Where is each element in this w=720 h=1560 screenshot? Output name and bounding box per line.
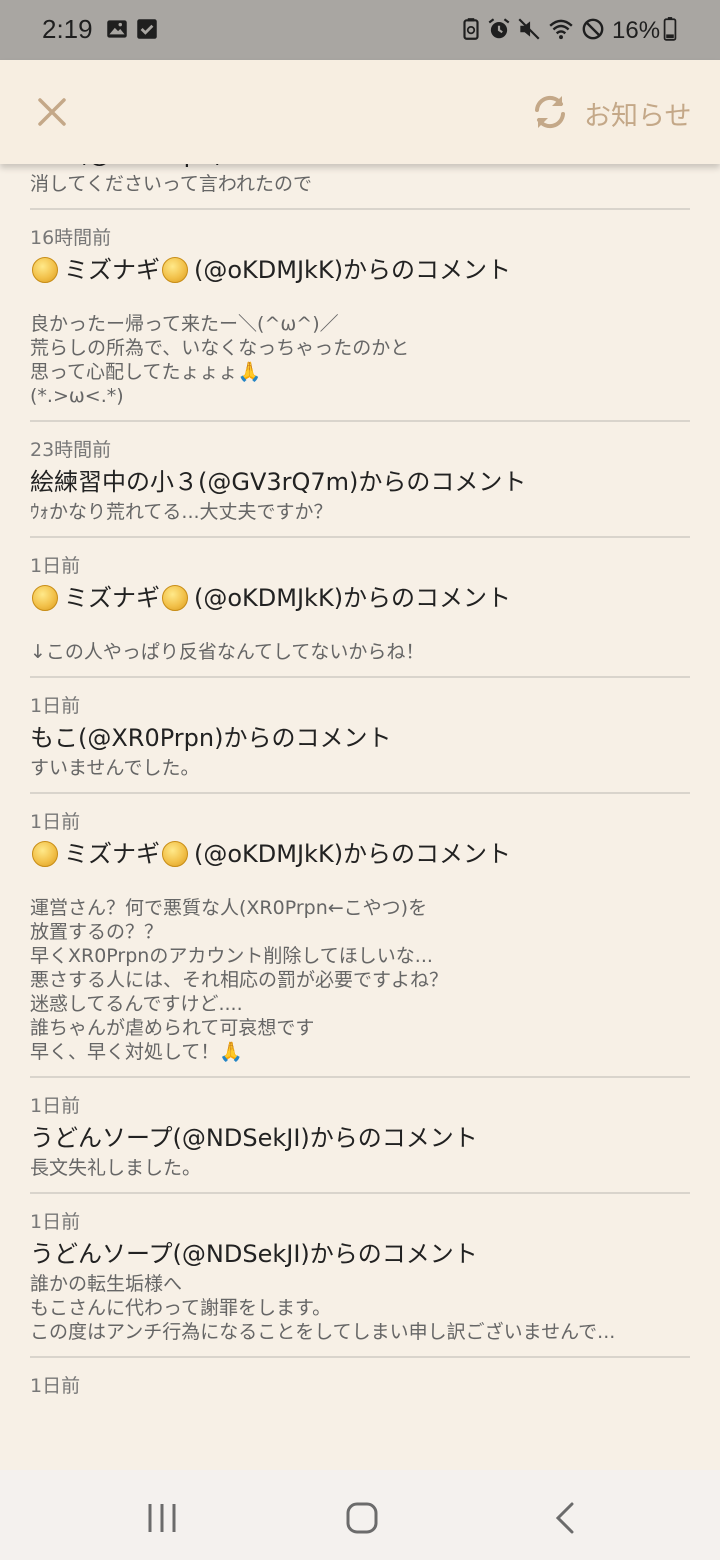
list-item[interactable]: 1日前 うどんソープ(@NDSekJI)からのコメント 長文失礼しました。 [30, 1078, 690, 1194]
item-header: もこ(@XR0Prpn)からのコメント [30, 164, 690, 172]
item-body: ｳｫかなり荒れてる...大丈夫ですか？ [30, 501, 333, 523]
item-body: 誰かの転生垢様へ もこさんに代わって謝罪をします。 この度はアンチ行為になること… [30, 1273, 616, 1343]
image-icon [107, 20, 127, 38]
coin-icon [162, 585, 188, 611]
list-item[interactable]: 16時間前 ミズナギ (@oKDMJkK)からのコメント 良かったー帰って来たー… [30, 210, 690, 422]
item-time: 1日前 [30, 1095, 81, 1117]
page-title: お知らせ [584, 101, 692, 132]
mute-icon [518, 18, 540, 40]
item-body: 長文失礼しました。 [30, 1157, 202, 1179]
item-body: 運営さん？何で悪質な人(XR0Prpn←こやつ)を 放置するの？？ 早くXR0P… [30, 897, 449, 1063]
item-time: 1日前 [30, 555, 81, 577]
back-icon[interactable] [546, 1498, 586, 1538]
item-header-text: (@oKDMJkK)からのコメント [194, 584, 512, 612]
app-header: お知らせ [0, 60, 720, 164]
list-item[interactable]: 1日前 ミズナギ (@oKDMJkK)からのコメント 運営さん？何で悪質な人(X… [30, 794, 690, 1078]
username: ミズナギ [64, 840, 160, 868]
list-item[interactable]: 1日前 うどんソープ(@NDSekJI)からのコメント 誰かの転生垢様へ もこさ… [30, 1194, 690, 1358]
username: ミズナギ [64, 256, 160, 284]
item-time: 23時間前 [30, 439, 112, 461]
battery-percent: 16% [612, 17, 661, 44]
coin-icon [32, 841, 58, 867]
list-item[interactable]: もこ(@XR0Prpn)からのコメント 消してくださいって言われたので [30, 164, 690, 210]
battery-icon [663, 17, 677, 41]
list-item[interactable]: 1日前 [30, 1358, 690, 1412]
item-time: 1日前 [30, 1375, 81, 1397]
item-body: ↓この人やっぱり反省なんてしてないからね！ [30, 641, 425, 663]
checkbox-icon [137, 19, 157, 39]
item-header: もこ(@XR0Prpn)からのコメント [30, 724, 392, 752]
item-time: 1日前 [30, 811, 81, 833]
coin-icon [32, 257, 58, 283]
username: ミズナギ [64, 584, 160, 612]
item-body: すいませんでした。 [30, 757, 200, 779]
item-header: ミズナギ (@oKDMJkK)からのコメント [30, 580, 690, 616]
list-item[interactable]: 1日前 ミズナギ (@oKDMJkK)からのコメント ↓この人やっぱり反省なんて… [30, 538, 690, 678]
list-item[interactable]: 1日前 もこ(@XR0Prpn)からのコメント すいませんでした。 [30, 678, 690, 794]
coin-icon [162, 841, 188, 867]
wifi-icon [549, 19, 573, 40]
status-bar: 2:19 16% [0, 0, 720, 60]
do-not-disturb-icon [582, 18, 604, 40]
coin-icon [162, 257, 188, 283]
item-time: 1日前 [30, 695, 81, 717]
item-header: 絵練習中の小３(@GV3rQ7m)からのコメント [30, 468, 527, 496]
item-time: 16時間前 [30, 227, 112, 249]
item-header: ミズナギ (@oKDMJkK)からのコメント [30, 836, 690, 872]
item-header-text: (@oKDMJkK)からのコメント [194, 256, 512, 284]
refresh-icon[interactable] [528, 90, 572, 134]
alarm-icon [488, 18, 510, 39]
list-item[interactable]: 23時間前 絵練習中の小３(@GV3rQ7m)からのコメント ｳｫかなり荒れてる… [30, 422, 690, 538]
item-header: ミズナギ (@oKDMJkK)からのコメント [30, 252, 690, 288]
coin-icon [32, 585, 58, 611]
recycle-icon [463, 18, 479, 40]
item-body: 消してくださいって言われたので [30, 173, 312, 195]
close-icon[interactable] [30, 90, 74, 134]
item-time: 1日前 [30, 1211, 81, 1233]
item-header: うどんソープ(@NDSekJI)からのコメント [30, 1124, 478, 1152]
item-header: うどんソープ(@NDSekJI)からのコメント [30, 1240, 478, 1268]
home-icon[interactable] [342, 1498, 382, 1538]
status-time: 2:19 [42, 14, 93, 44]
item-header-text: (@oKDMJkK)からのコメント [194, 840, 512, 868]
recent-apps-icon[interactable] [142, 1498, 182, 1538]
notification-list[interactable]: もこ(@XR0Prpn)からのコメント 消してくださいって言われたので 16時間… [0, 164, 720, 1440]
item-body: 良かったー帰って来たー＼(^ω^)／ 荒らしの所為で、いなくなっちゃったのかと … [30, 313, 410, 407]
navigation-bar [0, 1470, 720, 1560]
